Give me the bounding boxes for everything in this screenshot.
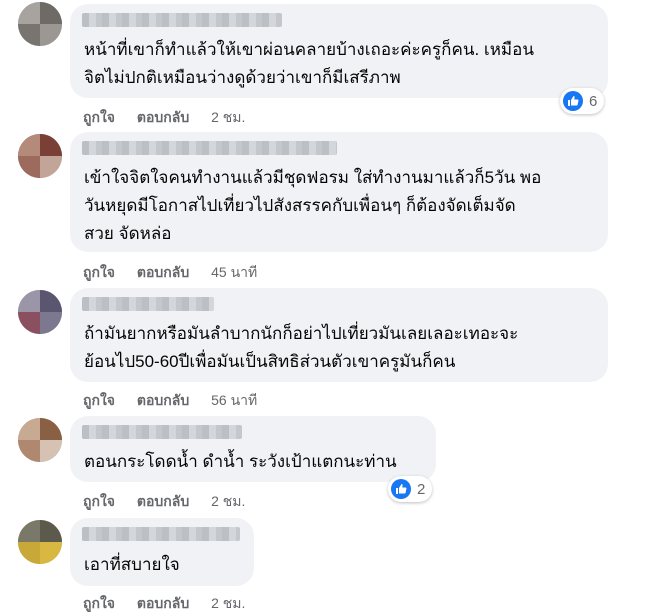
avatar[interactable]	[18, 418, 62, 462]
reply-link[interactable]: ตอบกลับ	[137, 491, 189, 513]
comment-actions: ถูกใจ ตอบกลับ 2 ชม.	[83, 107, 263, 129]
comment-text: เข้าใจจิตใจคนทำงานแล้วมีชุดฟอรม ใส่ทำงาน…	[84, 168, 542, 243]
avatar[interactable]	[18, 2, 62, 46]
comment-bubble: หน้าที่เขาก็ทำแล้วให้เขาผ่อนคลายบ้างเถอะ…	[70, 4, 608, 98]
reaction-badge[interactable]: 6	[560, 88, 605, 114]
like-icon	[563, 91, 583, 111]
comment-text: เอาที่สบายใจ	[84, 555, 180, 574]
reply-link[interactable]: ตอบกลับ	[137, 107, 189, 129]
author-name-blurred[interactable]	[82, 297, 214, 311]
timestamp[interactable]: 2 ชม.	[211, 107, 245, 129]
timestamp[interactable]: 45 นาที	[211, 262, 257, 284]
comment-bubble: ถ้ามันยากหรือมันลำบากนักก็อย่าไปเที่ยวมั…	[70, 288, 608, 382]
reaction-count: 2	[417, 480, 426, 498]
avatar[interactable]	[18, 520, 62, 564]
timestamp[interactable]: 56 นาที	[211, 390, 257, 412]
reply-link[interactable]: ตอบกลับ	[137, 390, 189, 412]
like-link[interactable]: ถูกใจ	[83, 262, 115, 284]
comment-bubble: เข้าใจจิตใจคนทำงานแล้วมีชุดฟอรม ใส่ทำงาน…	[70, 132, 608, 252]
author-name-blurred[interactable]	[82, 425, 242, 439]
reaction-badge[interactable]: 2	[388, 476, 433, 502]
reaction-count: 6	[589, 92, 598, 110]
avatar[interactable]	[18, 134, 62, 178]
comment-bubble: ตอนกระโดดน้ำ ดำน้ำ ระวังเป้าแตกนะท่าน	[70, 416, 436, 482]
timestamp[interactable]: 2 ชม.	[211, 593, 245, 615]
comment-text: ถ้ามันยากหรือมันลำบากนักก็อย่าไปเที่ยวมั…	[84, 324, 519, 371]
like-icon	[391, 479, 411, 499]
like-link[interactable]: ถูกใจ	[83, 491, 115, 513]
like-link[interactable]: ถูกใจ	[83, 107, 115, 129]
author-name-blurred[interactable]	[82, 527, 240, 541]
comment-bubble: เอาที่สบายใจ	[70, 518, 254, 586]
comment-text: ตอนกระโดดน้ำ ดำน้ำ ระวังเป้าแตกนะท่าน	[84, 452, 397, 471]
reply-link[interactable]: ตอบกลับ	[137, 262, 189, 284]
comment-actions: ถูกใจ ตอบกลับ 45 นาที	[83, 262, 275, 284]
author-name-blurred[interactable]	[82, 141, 337, 155]
reply-link[interactable]: ตอบกลับ	[137, 593, 189, 615]
comment-text: หน้าที่เขาก็ทำแล้วให้เขาผ่อนคลายบ้างเถอะ…	[84, 40, 534, 87]
like-link[interactable]: ถูกใจ	[83, 390, 115, 412]
comment-actions: ถูกใจ ตอบกลับ 2 ชม.	[83, 491, 263, 513]
author-name-blurred[interactable]	[82, 13, 282, 27]
comment-actions: ถูกใจ ตอบกลับ 56 นาที	[83, 390, 275, 412]
avatar[interactable]	[18, 290, 62, 334]
like-link[interactable]: ถูกใจ	[83, 593, 115, 615]
comment-actions: ถูกใจ ตอบกลับ 2 ชม.	[83, 593, 263, 615]
timestamp[interactable]: 2 ชม.	[211, 491, 245, 513]
